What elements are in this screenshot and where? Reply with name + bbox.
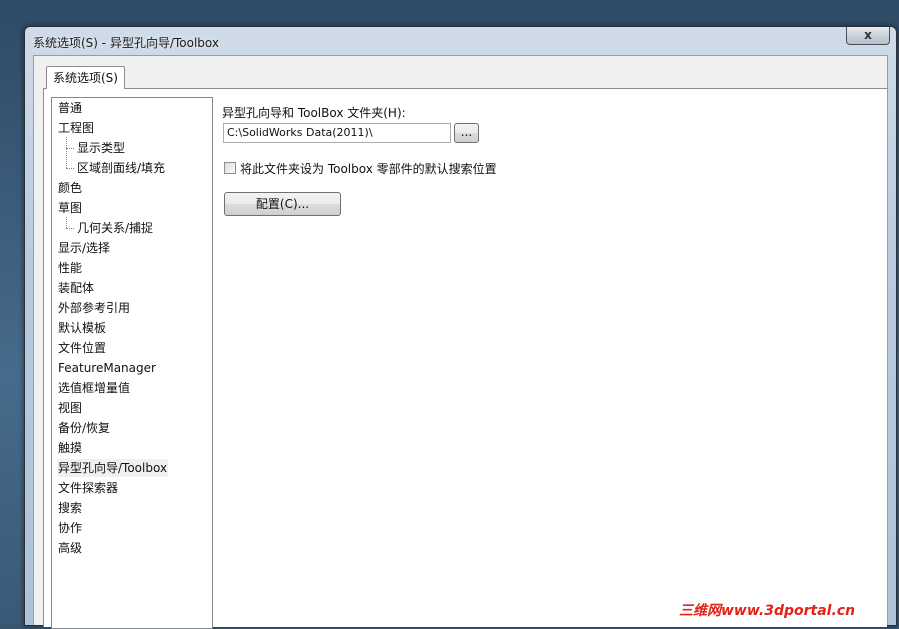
system-options-dialog: 系统选项(S) - 异型孔向导/Toolbox x 系统选项(S) 普通工程图显… xyxy=(24,26,897,629)
tree-item[interactable]: 异型孔向导/Toolbox xyxy=(57,459,169,477)
tree-item[interactable]: 显示/选择 xyxy=(57,239,111,257)
title-bar[interactable]: 系统选项(S) - 异型孔向导/Toolbox x xyxy=(25,27,896,55)
options-tree[interactable]: 普通工程图显示类型区域剖面线/填充颜色草图几何关系/捕捉显示/选择性能装配体外部… xyxy=(51,97,213,629)
tab-panel: 普通工程图显示类型区域剖面线/填充颜色草图几何关系/捕捉显示/选择性能装配体外部… xyxy=(43,88,887,629)
folder-label: 异型孔向导和 ToolBox 文件夹(H): xyxy=(222,106,406,120)
tree-connector-line xyxy=(66,217,67,228)
tree-connector-line xyxy=(66,228,74,229)
tree-connector-line xyxy=(66,168,74,169)
tree-item[interactable]: 显示类型 xyxy=(76,139,126,157)
tree-item[interactable]: 文件探索器 xyxy=(57,479,119,497)
tree-item[interactable]: 几何关系/捕捉 xyxy=(76,219,154,237)
folder-path-input[interactable]: C:\SolidWorks Data(2011)\ xyxy=(223,123,451,143)
dialog-client-area: 系统选项(S) 普通工程图显示类型区域剖面线/填充颜色草图几何关系/捕捉显示/选… xyxy=(33,55,888,629)
tab-system-options[interactable]: 系统选项(S) xyxy=(46,66,125,89)
tree-item[interactable]: 视图 xyxy=(57,399,83,417)
tree-item[interactable]: 外部参考引用 xyxy=(57,299,131,317)
tree-item[interactable]: 选值框增量值 xyxy=(57,379,131,397)
tree-item[interactable]: 普通 xyxy=(57,99,83,117)
tree-item[interactable]: 工程图 xyxy=(57,119,95,137)
tree-item[interactable]: 文件位置 xyxy=(57,339,107,357)
browse-button[interactable]: ... xyxy=(454,123,479,143)
watermark: 三维网www.3dportal.cn xyxy=(679,603,856,619)
tree-item[interactable]: 备份/恢复 xyxy=(57,419,111,437)
tree-item[interactable]: 性能 xyxy=(57,259,83,277)
tree-item[interactable]: 颜色 xyxy=(57,179,83,197)
tree-item[interactable]: 触摸 xyxy=(57,439,83,457)
close-button[interactable]: x xyxy=(846,27,890,45)
tree-item[interactable]: 草图 xyxy=(57,199,83,217)
configure-button[interactable]: 配置(C)... xyxy=(224,192,341,216)
tree-item[interactable]: 默认模板 xyxy=(57,319,107,337)
tree-item[interactable]: 高级 xyxy=(57,539,83,557)
tree-connector-line xyxy=(66,148,74,149)
tree-item[interactable]: 装配体 xyxy=(57,279,95,297)
tree-item[interactable]: 协作 xyxy=(57,519,83,537)
toolbox-settings-panel: 异型孔向导和 ToolBox 文件夹(H): C:\SolidWorks Dat… xyxy=(216,89,887,627)
default-search-checkbox[interactable] xyxy=(224,162,236,174)
tree-item[interactable]: FeatureManager xyxy=(57,359,157,377)
tree-connector-line xyxy=(66,137,67,168)
window-title: 系统选项(S) - 异型孔向导/Toolbox xyxy=(33,36,219,50)
tree-item[interactable]: 区域剖面线/填充 xyxy=(76,159,166,177)
tree-item[interactable]: 搜索 xyxy=(57,499,83,517)
default-search-label[interactable]: 将此文件夹设为 Toolbox 零部件的默认搜索位置 xyxy=(240,160,497,177)
